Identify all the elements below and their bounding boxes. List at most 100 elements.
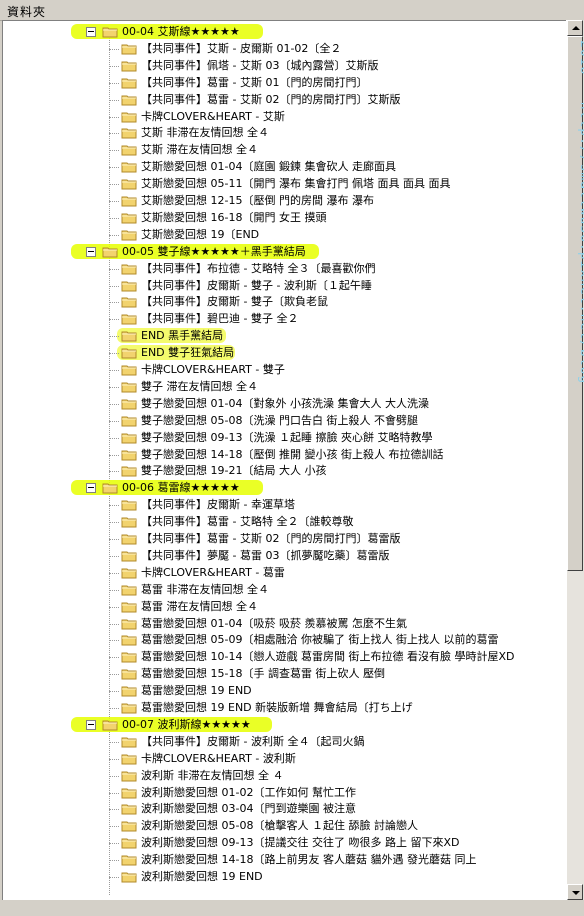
tree-item-row[interactable]: 艾斯戀愛回想 16-18〔開門 女王 摸頭 (3, 209, 567, 226)
folder-icon (121, 567, 137, 579)
tree-item-label: 波利斯戀愛回想 14-18〔路上前男友 客人蘑菇 貓外遇 發光蘑菇 同上 (141, 853, 477, 867)
tree-connector-line (109, 116, 119, 118)
collapse-toggle-icon[interactable] (86, 719, 96, 730)
folder-icon (121, 296, 137, 308)
tree-item-row[interactable]: 波利斯戀愛回想 05-08〔槍擊客人 １起住 舔臉 討論戀人 (3, 817, 567, 834)
tree-connector-line (109, 539, 119, 540)
tree-group-row[interactable]: 00-05 雙子線★★★★★＋黑手黨結局 (3, 243, 567, 260)
tree-group-row[interactable]: 00-04 艾斯線★★★★★ (3, 23, 567, 40)
tree-group-row[interactable]: 00-06 葛雷線★★★★★ (3, 479, 567, 496)
tree-connector-line (109, 437, 119, 439)
tree-item-row[interactable]: 【共同事件】葛雷 - 艾斯 02〔門的房間打門〕艾斯版 (3, 91, 567, 108)
tree-item-row[interactable]: 【共同事件】碧巴迪 - 雙子 全２ (3, 310, 567, 327)
folder-icon (121, 398, 137, 410)
tree-item-label: 波利斯戀愛回想 09-13〔提議交往 交往了 吻很多 路上 留下來XD (141, 836, 460, 850)
folder-open-icon (102, 26, 118, 38)
tree-item-row[interactable]: 【共同事件】布拉德 - 艾略特 全３〔最喜歡你們 (3, 260, 567, 277)
folder-open-icon (102, 246, 118, 258)
tree-connector-line (109, 234, 119, 236)
tree-connector-line (109, 386, 119, 388)
tree-item-label: 葛雷戀愛回想 19 END 新裝版新增 舞會結局〔打ち上げ (141, 701, 413, 714)
tree-item-row[interactable]: 卡牌CLOVER&HEART - 艾斯 (3, 108, 567, 125)
tree-item-row[interactable]: 【共同事件】皮爾斯 - 波利斯 全４〔起司火鍋 (3, 733, 567, 750)
tree-connector-line (109, 184, 119, 186)
tree-connector-line (109, 150, 119, 152)
tree-item-row[interactable]: 卡牌CLOVER&HEART - 波利斯 (3, 750, 567, 767)
tree-item-label: 艾斯戀愛回想 01-04〔庭園 鍛鍊 集會砍人 走廊面具 (141, 160, 396, 174)
watermark-text: 2018 * http://smallwu36.pixnet.net/blog (577, 40, 584, 385)
tree-item-row[interactable]: 【共同事件】皮爾斯 - 雙子 - 波利斯〔１起午睡 (3, 277, 567, 294)
tree-group-row[interactable]: 00-07 波利斯線★★★★★ (3, 716, 567, 733)
tree-item-row[interactable]: 葛雷 非滞在友情回想 全４ (3, 581, 567, 598)
tree-item-label: 葛雷戀愛回想 05-09〔相處融洽 你被騙了 街上找人 街上找人 以前的葛雷 (141, 633, 499, 647)
tree-item-row[interactable]: 波利斯 非滞在友情回想 全 ４ (3, 767, 567, 784)
collapse-toggle-icon[interactable] (86, 483, 96, 494)
tree-item-row[interactable]: 雙子戀愛回想 01-04〔對象外 小孩洗澡 集會大人 大人洗澡 (3, 395, 567, 412)
tree-item-row[interactable]: 葛雷戀愛回想 05-09〔相處融洽 你被騙了 街上找人 街上找人 以前的葛雷 (3, 631, 567, 648)
tree-connector-line (109, 167, 119, 169)
tree-item-label: 雙子戀愛回想 19-21〔結局 大人 小孩 (141, 464, 327, 478)
tree-item-row[interactable]: 波利斯戀愛回想 01-02〔工作如何 幫忙工作 (3, 784, 567, 801)
tree-item-row[interactable]: END 黑手黨結局 (3, 327, 567, 344)
folder-icon (121, 634, 137, 646)
tree-item-row[interactable]: 波利斯戀愛回想 19 END (3, 868, 567, 885)
scroll-up-button[interactable] (567, 20, 583, 36)
folder-tree[interactable]: 00-04 艾斯線★★★★★ 【共同事件】艾斯 - 皮爾斯 01-02〔全２ 【共同… (2, 20, 567, 901)
tree-connector-line (109, 420, 119, 422)
tree-connector-line (109, 589, 119, 591)
folder-icon (121, 837, 137, 849)
tree-item-row[interactable]: 葛雷戀愛回想 19 END 新裝版新增 舞會結局〔打ち上げ (3, 699, 567, 716)
tree-item-row[interactable]: 艾斯戀愛回想 05-11〔開門 瀑布 集會打門 佩塔 面具 面具 面具 (3, 175, 567, 192)
tree-item-row[interactable]: 雙子戀愛回想 05-08〔洗澡 門口告白 街上殺人 不會劈腿 (3, 412, 567, 429)
folder-icon (121, 499, 137, 511)
tree-item-row[interactable]: 葛雷戀愛回想 01-04〔吸菸 吸菸 羨慕被罵 怎麼不生氣 (3, 615, 567, 632)
tree-item-label: 【共同事件】皮爾斯 - 雙子〔欺負老鼠 (141, 295, 328, 309)
tree-item-row[interactable]: 【共同事件】皮爾斯 - 雙子〔欺負老鼠 (3, 293, 567, 310)
tree-item-row[interactable]: 葛雷 滞在友情回想 全４ (3, 598, 567, 615)
tree-item-row[interactable]: 【共同事件】葛雷 - 艾略特 全２〔誰較尊敬 (3, 513, 567, 530)
tree-item-row[interactable]: 波利斯戀愛回想 09-13〔提議交往 交往了 吻很多 路上 留下來XD (3, 834, 567, 851)
tree-item-row[interactable]: 艾斯戀愛回想 01-04〔庭園 鍛鍊 集會砍人 走廊面具 (3, 158, 567, 175)
tree-item-row[interactable]: 艾斯戀愛回想 12-15〔壓倒 門的房間 瀑布 瀑布 (3, 192, 567, 209)
tree-item-row[interactable]: 雙子戀愛回想 09-13〔洗澡 １起睡 擦臉 夾心餅 艾略特教學 (3, 429, 567, 446)
tree-item-row[interactable]: 【共同事件】皮爾斯 - 幸運草塔 (3, 496, 567, 513)
tree-connector-line (109, 877, 119, 878)
tree-item-row[interactable]: 【共同事件】葛雷 - 艾斯 02〔門的房間打門〕葛雷版 (3, 530, 567, 547)
scroll-down-button[interactable] (567, 884, 583, 900)
tree-connector-line (109, 809, 119, 811)
tree-item-row[interactable]: 葛雷戀愛回想 19 END (3, 682, 567, 699)
tree-item-row[interactable]: 葛雷戀愛回想 10-14〔戀人遊戲 葛雷房間 街上布拉德 看沒有臉 學時計屋XD (3, 648, 567, 665)
tree-item-label: 葛雷 非滞在友情回想 全４ (141, 582, 269, 596)
tree-item-row[interactable]: 艾斯 非滞在友情回想 全４ (3, 124, 567, 141)
tree-item-row[interactable]: 【共同事件】佩塔 - 艾斯 03〔城內露營〕艾斯版 (3, 57, 567, 74)
tree-item-row[interactable]: 波利斯戀愛回想 14-18〔路上前男友 客人蘑菇 貓外遇 發光蘑菇 同上 (3, 851, 567, 868)
tree-item-label: 卡牌CLOVER&HEART - 葛雷 (141, 565, 285, 579)
tree-item-row[interactable]: END 雙子狂氣結局 (3, 344, 567, 361)
folder-icon (121, 212, 137, 224)
tree-item-row[interactable]: 艾斯 滞在友情回想 全４ (3, 141, 567, 158)
collapse-toggle-icon[interactable] (86, 27, 96, 37)
tree-connector-line (109, 775, 119, 777)
tree-item-row[interactable]: 卡牌CLOVER&HEART - 雙子 (3, 361, 567, 378)
tree-item-row[interactable]: 雙子 滞在友情回想 全４ (3, 378, 567, 395)
tree-item-row[interactable]: 葛雷戀愛回想 15-18〔手 調查葛雷 街上砍人 壓倒 (3, 665, 567, 682)
tree-group-label: 00-04 艾斯線★★★★★ (122, 25, 240, 38)
folder-icon (121, 601, 137, 613)
tree-item-row[interactable]: 【共同事件】葛雷 - 艾斯 01〔門的房間打門〕 (3, 74, 567, 91)
tree-item-label: 艾斯戀愛回想 12-15〔壓倒 門的房間 瀑布 瀑布 (141, 194, 374, 207)
tree-connector-line (109, 758, 119, 760)
tree-connector-line (109, 691, 119, 693)
folder-icon (121, 465, 137, 477)
tree-item-row[interactable]: 【共同事件】夢魘 - 葛雷 03〔抓夢魘吃藥〕葛雷版 (3, 547, 567, 564)
tree-item-row[interactable]: 雙子戀愛回想 19-21〔結局 大人 小孩 (3, 462, 567, 479)
tree-item-row[interactable]: 艾斯戀愛回想 19〔END (3, 226, 567, 243)
folder-icon (121, 770, 137, 782)
tree-item-label: 葛雷戀愛回想 15-18〔手 調查葛雷 街上砍人 壓倒 (141, 667, 385, 681)
tree-item-label: 葛雷 滞在友情回想 全４ (141, 599, 258, 613)
tree-connector-line (109, 48, 119, 50)
tree-item-row[interactable]: 雙子戀愛回想 14-18〔壓倒 推開 變小孩 街上殺人 布拉德訓話 (3, 446, 567, 463)
collapse-toggle-icon[interactable] (86, 246, 96, 257)
tree-item-row[interactable]: 卡牌CLOVER&HEART - 葛雷 (3, 564, 567, 581)
tree-item-row[interactable]: 【共同事件】艾斯 - 皮爾斯 01-02〔全２ (3, 40, 567, 57)
tree-item-row[interactable]: 波利斯戀愛回想 03-04〔門到遊樂園 被注意 (3, 800, 567, 817)
